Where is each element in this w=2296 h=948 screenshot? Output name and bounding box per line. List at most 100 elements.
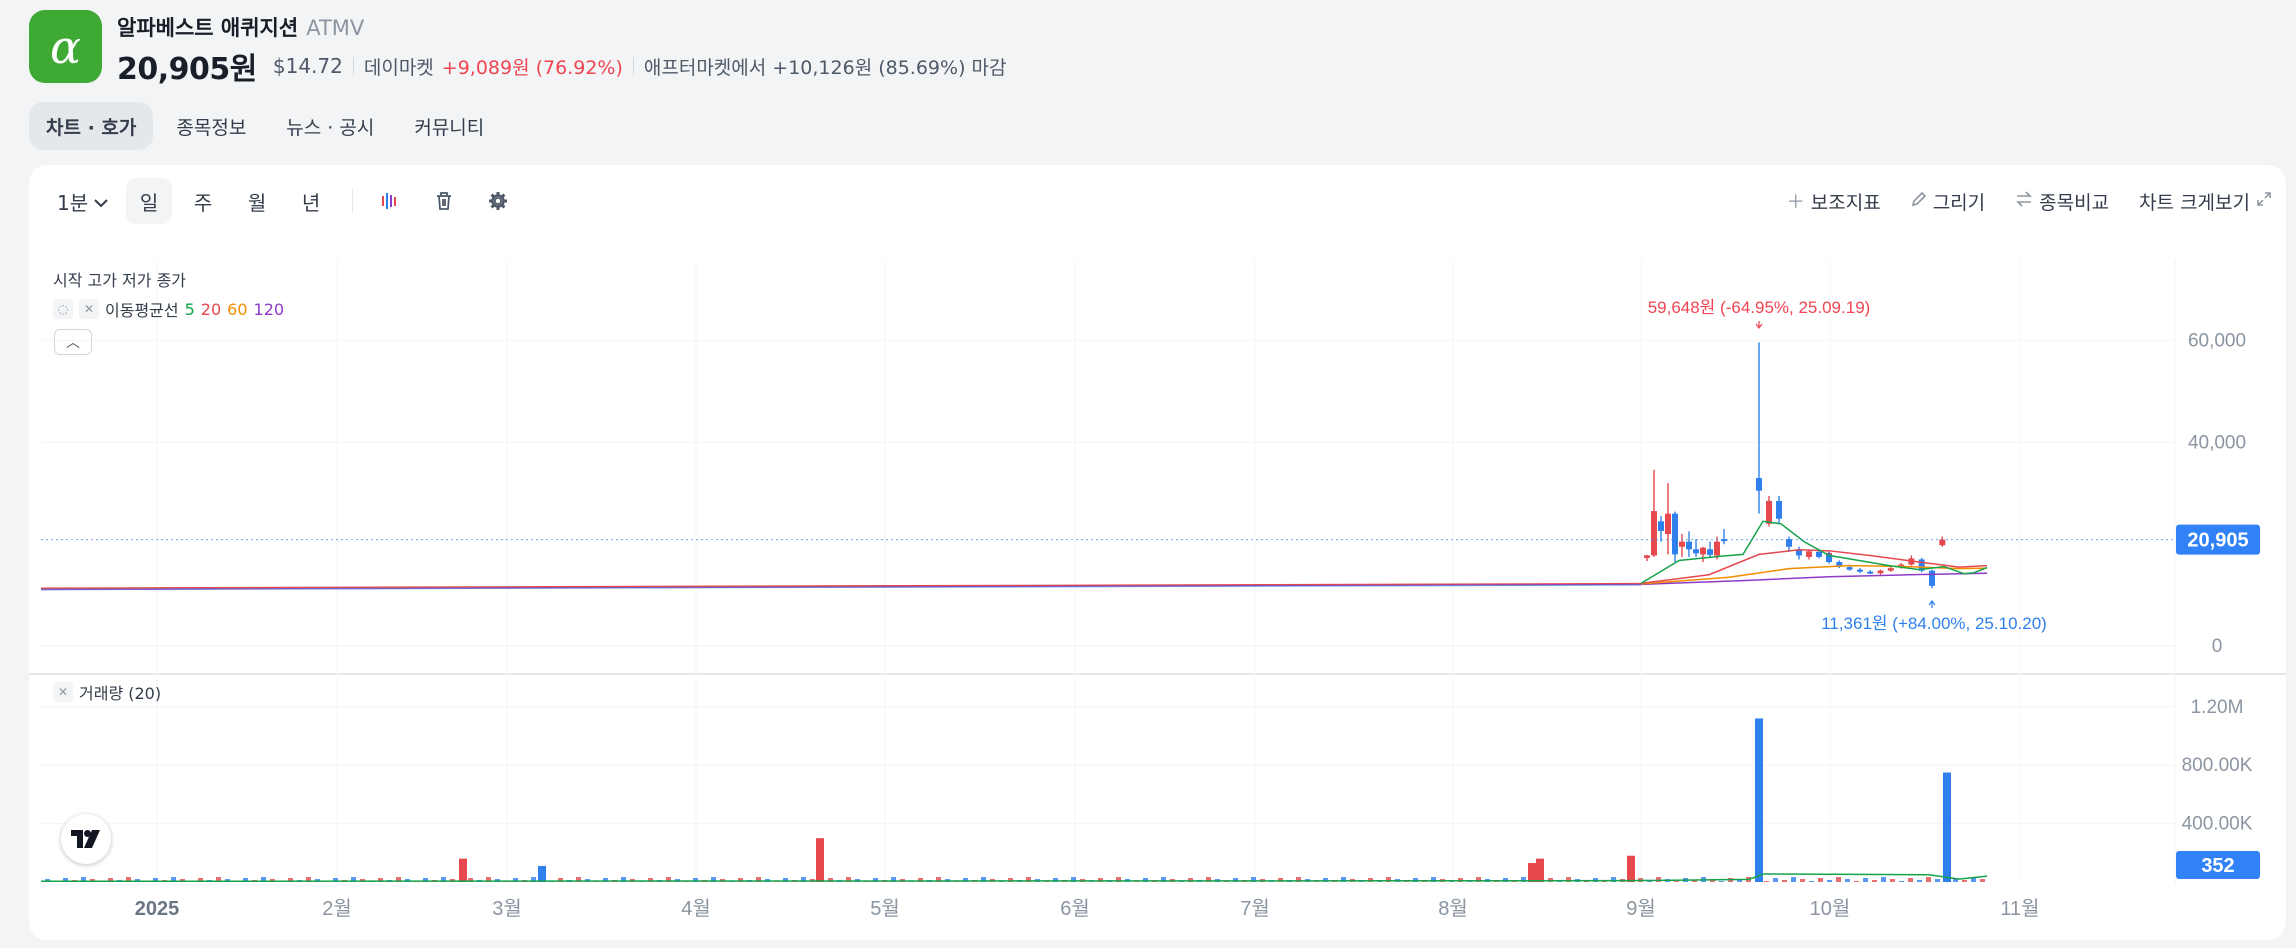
candle-body [1686, 541, 1692, 550]
volume-bar [1719, 881, 1724, 882]
volume-bar [1836, 877, 1841, 882]
volume-bar [1773, 878, 1778, 882]
candle-body [1786, 539, 1792, 547]
tab-stock-info[interactable]: 종목정보 [159, 102, 263, 150]
current-price: 20,905원 [117, 52, 257, 87]
volume-tick-label: 400.00K [2182, 814, 2253, 835]
volume-bar [1899, 881, 1904, 882]
candle-body [1658, 521, 1664, 531]
down-arrow-icon [1755, 321, 1763, 329]
low-annotation: 11,361원 (+84.00%, 25.10.20) [1821, 614, 2047, 633]
tab-community[interactable]: 커뮤니티 [397, 102, 501, 150]
tab-news[interactable]: 뉴스 · 공시 [269, 102, 391, 150]
time-tick-label: 2025 [135, 898, 180, 920]
price-tick-label: 40,000 [2188, 432, 2246, 453]
candle-body [1700, 547, 1706, 555]
volume-bar [1809, 881, 1814, 882]
volume-bar [1755, 718, 1763, 882]
tradingview-logo[interactable] [61, 814, 111, 864]
stock-ticker: ATMV [306, 16, 365, 40]
candle-body [1651, 511, 1657, 556]
divider [352, 57, 354, 75]
volume-bar [1863, 878, 1868, 882]
candle-body [1766, 500, 1772, 524]
close-icon[interactable]: ✕ [79, 299, 99, 319]
volume-bar [1656, 877, 1661, 882]
ma-60: 60 [227, 299, 248, 319]
tab-bar: 차트 · 호가 종목정보 뉴스 · 공시 커뮤니티 [29, 102, 501, 150]
stock-header: α 알파베스트 애퀴지션 ATMV 20,905원 $14.72 데이마켓 +9… [0, 0, 2296, 100]
volume-bar [1890, 879, 1895, 882]
volume-bar [1827, 880, 1832, 882]
up-arrow-icon [1928, 600, 1936, 608]
time-tick-label: 8월 [1438, 897, 1468, 920]
ohlc-legend: 시작 고가 저가 종가 [53, 271, 187, 290]
candle-body [1887, 568, 1894, 571]
tab-chart-orderbook[interactable]: 차트 · 호가 [29, 102, 154, 150]
volume-bar [1782, 880, 1787, 882]
ma-120: 120 [253, 299, 285, 319]
market-label: 데이마켓 [363, 56, 434, 79]
volume-tick-label: 800.00K [2182, 755, 2253, 776]
volume-bar [1627, 855, 1635, 882]
ma-20: 20 [200, 299, 222, 319]
candle-body [1756, 478, 1762, 491]
volume-legend: ✕ 거래량 (20) [53, 680, 161, 704]
candle-body [1665, 513, 1671, 535]
time-tick-label: 10월 [1810, 897, 1851, 920]
candle-body [1806, 551, 1812, 557]
time-tick-label: 6월 [1060, 897, 1090, 920]
company-logo: α [29, 10, 102, 83]
ma-5: 5 [184, 299, 195, 319]
candle-body [1816, 551, 1822, 557]
volume-bar [1926, 877, 1931, 882]
candle-body [1939, 539, 1946, 546]
price-volume-chart[interactable]: 60,000 40,000 0 1.20M 800.00K 400.00K 2025 2월 3월… [29, 165, 2286, 940]
candle-body [1714, 541, 1720, 556]
candle-body [1693, 549, 1699, 554]
current-volume-label: 352 [2201, 855, 2234, 877]
chevron-up-icon: ︿ [66, 335, 80, 351]
time-tick-label: 11월 [2000, 897, 2039, 920]
volume-bar [1800, 879, 1805, 882]
volume-label: 거래량 (20) [79, 684, 162, 703]
candle-body [1856, 569, 1863, 572]
high-annotation: 59,648원 (-64.95%, 25.09.19) [1648, 298, 1871, 317]
ma20-line [1640, 549, 1988, 585]
price-change: +9,089원 (76.92%) [441, 56, 623, 79]
volume-bar [1908, 878, 1913, 882]
volume-bar [1872, 880, 1877, 882]
candle-body [1877, 570, 1884, 574]
volume-bar [1737, 880, 1742, 882]
price-tick-label: 60,000 [2188, 331, 2246, 352]
chart-panel: 1분 일 주 월 년 ＋ 보조지표 그리기 종목비교 차트 크게보기 60,00… [29, 165, 2286, 940]
volume-tick-label: 1.20M [2191, 697, 2244, 718]
volume-ma-line [40, 873, 1988, 883]
candle-body [1929, 570, 1935, 586]
volume-bar [1674, 881, 1679, 882]
time-tick-label: 3월 [492, 897, 522, 920]
candle-body [1867, 571, 1874, 574]
price-row: 20,905원 $14.72 데이마켓 +9,089원 (76.92%) 애프터… [117, 44, 1006, 88]
candle-body [1644, 555, 1650, 558]
close-icon[interactable]: ✕ [53, 682, 73, 702]
candle-body [1776, 500, 1782, 519]
volume-bar [1764, 881, 1769, 882]
candle-body [1707, 549, 1713, 555]
divider [632, 57, 634, 75]
volume-bar [1917, 880, 1922, 882]
eye-off-icon[interactable]: ◌ [53, 299, 73, 319]
collapse-legend-button[interactable]: ︿ [54, 329, 92, 355]
candle-body [1672, 513, 1678, 555]
time-tick-label: 9월 [1626, 897, 1656, 920]
stock-name: 알파베스트 애퀴지션 [117, 16, 299, 40]
volume-bar [1962, 880, 1967, 882]
ma120-line [1640, 572, 1988, 586]
current-price-label: 20,905 [2187, 530, 2248, 552]
time-tick-label: 2월 [322, 897, 352, 920]
volume-bar [1881, 877, 1886, 882]
volume-bar [1935, 879, 1940, 882]
volume-bar [1791, 877, 1796, 882]
ma-label: 이동평균선 [105, 301, 179, 320]
candle-body [1679, 541, 1685, 547]
